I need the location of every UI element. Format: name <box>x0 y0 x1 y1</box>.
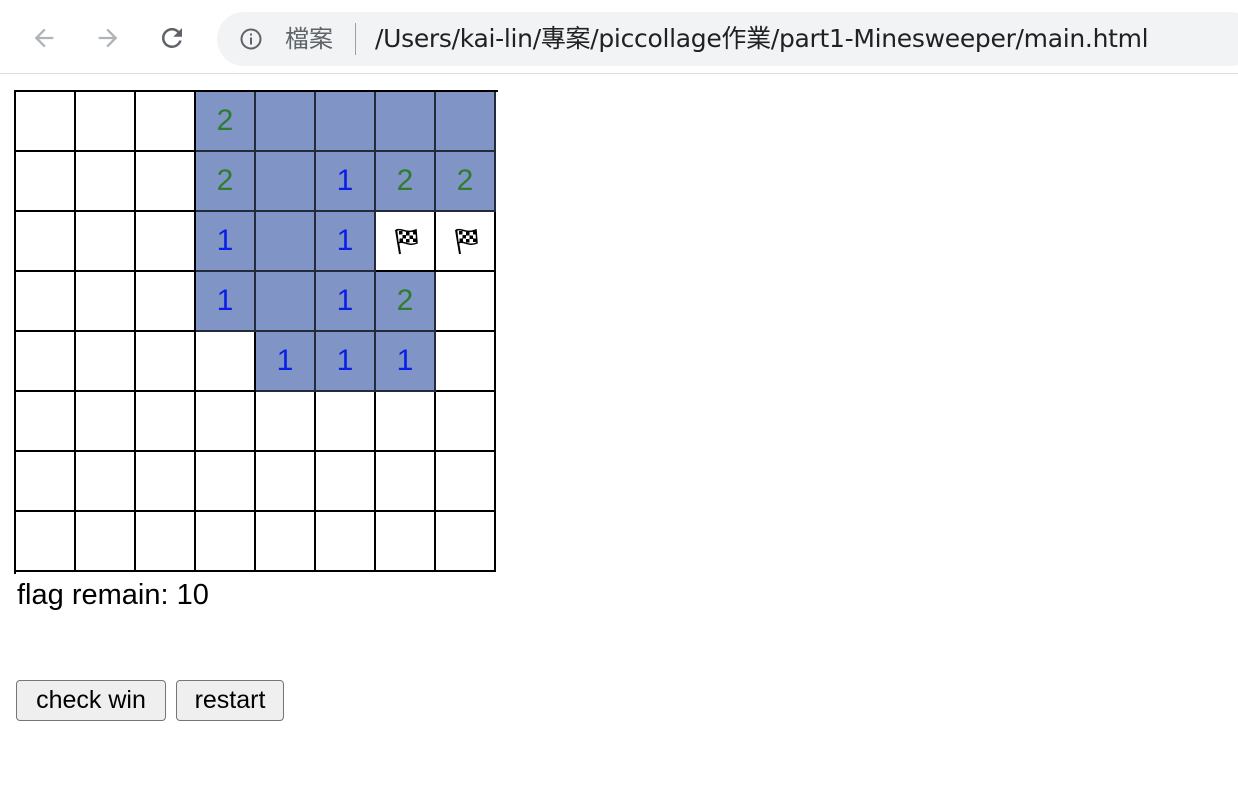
board-cell-hidden[interactable] <box>196 392 256 452</box>
board-cell-hidden[interactable] <box>16 92 76 152</box>
back-arrow-icon <box>34 28 54 48</box>
board-cell-hidden[interactable] <box>76 152 136 212</box>
board-cell-number[interactable]: 1 <box>196 272 256 332</box>
flag-remain-status: flag remain: 10 <box>17 579 209 611</box>
board-cell-number[interactable]: 1 <box>316 152 376 212</box>
board-cell-hidden[interactable] <box>136 92 196 152</box>
checkered-flag-icon <box>455 228 478 255</box>
board-cell-number[interactable]: 2 <box>196 152 256 212</box>
file-scheme-label: 檔案 <box>285 25 333 53</box>
board-cell-number[interactable]: 2 <box>376 152 436 212</box>
board-cell-hidden[interactable] <box>76 212 136 272</box>
board-cell-hidden[interactable] <box>136 212 196 272</box>
board-cell-hidden[interactable] <box>136 392 196 452</box>
address-separator <box>355 23 356 55</box>
board-cell-hidden[interactable] <box>436 332 496 392</box>
board-cell-hidden[interactable] <box>196 332 256 392</box>
board-cell-hidden[interactable] <box>76 332 136 392</box>
check-win-button[interactable]: check win <box>16 680 166 721</box>
board-cell-number[interactable]: 1 <box>316 272 376 332</box>
board-cell-hidden[interactable] <box>256 452 316 512</box>
board-cell-hidden[interactable] <box>16 152 76 212</box>
board-cell-hidden[interactable] <box>76 452 136 512</box>
board-cell-number[interactable]: 2 <box>436 152 496 212</box>
board-cell-hidden[interactable] <box>316 452 376 512</box>
board-cell-hidden[interactable] <box>436 512 496 572</box>
board-cell-hidden[interactable] <box>436 272 496 332</box>
board-cell-hidden[interactable] <box>76 392 136 452</box>
checkered-flag-icon <box>395 228 418 255</box>
board-cell-revealed[interactable] <box>256 152 316 212</box>
board-cell-hidden[interactable] <box>256 392 316 452</box>
board-cell-hidden[interactable] <box>196 512 256 572</box>
board-cell-flagged[interactable] <box>376 212 436 272</box>
board-cell-hidden[interactable] <box>16 212 76 272</box>
board-cell-hidden[interactable] <box>316 512 376 572</box>
board-cell-hidden[interactable] <box>196 452 256 512</box>
board-cell-number[interactable]: 1 <box>316 212 376 272</box>
board-cell-hidden[interactable] <box>16 452 76 512</box>
board-cell-hidden[interactable] <box>16 332 76 392</box>
restart-button[interactable]: restart <box>176 680 284 721</box>
board-cell-number[interactable]: 1 <box>316 332 376 392</box>
board-cell-hidden[interactable] <box>436 392 496 452</box>
board-cell-hidden[interactable] <box>256 512 316 572</box>
minesweeper-board: 2212211112111 <box>14 90 498 574</box>
board-cell-revealed[interactable] <box>256 92 316 152</box>
board-cell-hidden[interactable] <box>16 392 76 452</box>
board-cell-hidden[interactable] <box>136 152 196 212</box>
board-cell-hidden[interactable] <box>136 512 196 572</box>
board-cell-hidden[interactable] <box>376 452 436 512</box>
forward-arrow-icon <box>98 28 118 48</box>
board-cell-hidden[interactable] <box>376 392 436 452</box>
board-cell-number[interactable]: 1 <box>256 332 316 392</box>
reload-button[interactable] <box>154 20 190 56</box>
board-cell-hidden[interactable] <box>136 452 196 512</box>
board-cell-hidden[interactable] <box>376 512 436 572</box>
board-cell-hidden[interactable] <box>136 332 196 392</box>
reload-icon <box>161 27 182 48</box>
board-cell-revealed[interactable] <box>316 92 376 152</box>
address-bar[interactable]: 檔案 /Users/kai-lin/專案/piccollage作業/part1-… <box>217 12 1238 66</box>
board-cell-hidden[interactable] <box>76 92 136 152</box>
board-cell-revealed[interactable] <box>256 212 316 272</box>
board-cell-hidden[interactable] <box>76 512 136 572</box>
back-button[interactable] <box>26 20 62 56</box>
board-cell-revealed[interactable] <box>436 92 496 152</box>
board-cell-hidden[interactable] <box>136 272 196 332</box>
board-cell-number[interactable]: 1 <box>376 332 436 392</box>
board-cell-revealed[interactable] <box>376 92 436 152</box>
board-cell-hidden[interactable] <box>16 512 76 572</box>
board-cell-hidden[interactable] <box>16 272 76 332</box>
board-cell-revealed[interactable] <box>256 272 316 332</box>
url-text[interactable]: /Users/kai-lin/專案/piccollage作業/part1-Min… <box>375 24 1149 54</box>
board-cell-hidden[interactable] <box>76 272 136 332</box>
info-icon[interactable] <box>239 27 263 51</box>
browser-toolbar: 檔案 /Users/kai-lin/專案/piccollage作業/part1-… <box>0 0 1238 74</box>
board-cell-flagged[interactable] <box>436 212 496 272</box>
board-cell-number[interactable]: 2 <box>196 92 256 152</box>
board-cell-hidden[interactable] <box>316 392 376 452</box>
forward-button[interactable] <box>90 20 126 56</box>
board-cell-number[interactable]: 2 <box>376 272 436 332</box>
board-cell-number[interactable]: 1 <box>196 212 256 272</box>
board-cell-hidden[interactable] <box>436 452 496 512</box>
